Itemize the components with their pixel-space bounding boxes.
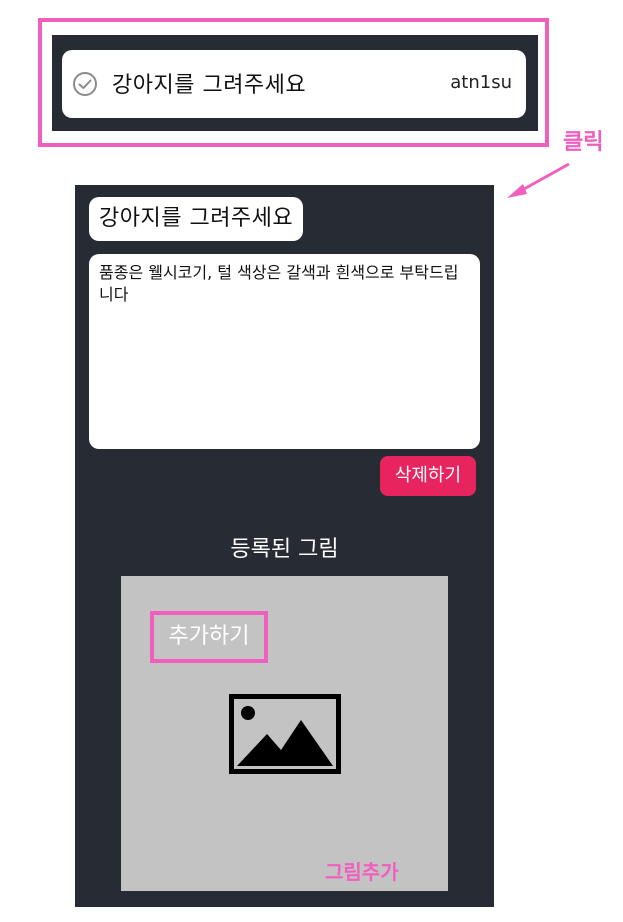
registered-pictures-heading: 등록된 그림	[230, 537, 339, 562]
delete-button[interactable]: 삭제하기	[380, 456, 476, 496]
add-highlight-box	[150, 611, 268, 663]
request-detail-panel: 강아지를 그려주세요 품종은 웰시코기, 털 색상은 갈색과 흰색으로 부탁드립…	[75, 185, 494, 907]
click-annotation: 클릭	[563, 130, 604, 155]
add-picture-annotation: 그림추가	[325, 860, 399, 884]
description-box: 품종은 웰시코기, 털 색상은 갈색과 흰색으로 부탁드립니다	[89, 254, 480, 449]
click-highlight-box	[38, 18, 549, 147]
detail-title: 강아지를 그려주세요	[89, 197, 304, 241]
image-icon	[229, 694, 341, 774]
arrow-icon	[507, 162, 570, 198]
